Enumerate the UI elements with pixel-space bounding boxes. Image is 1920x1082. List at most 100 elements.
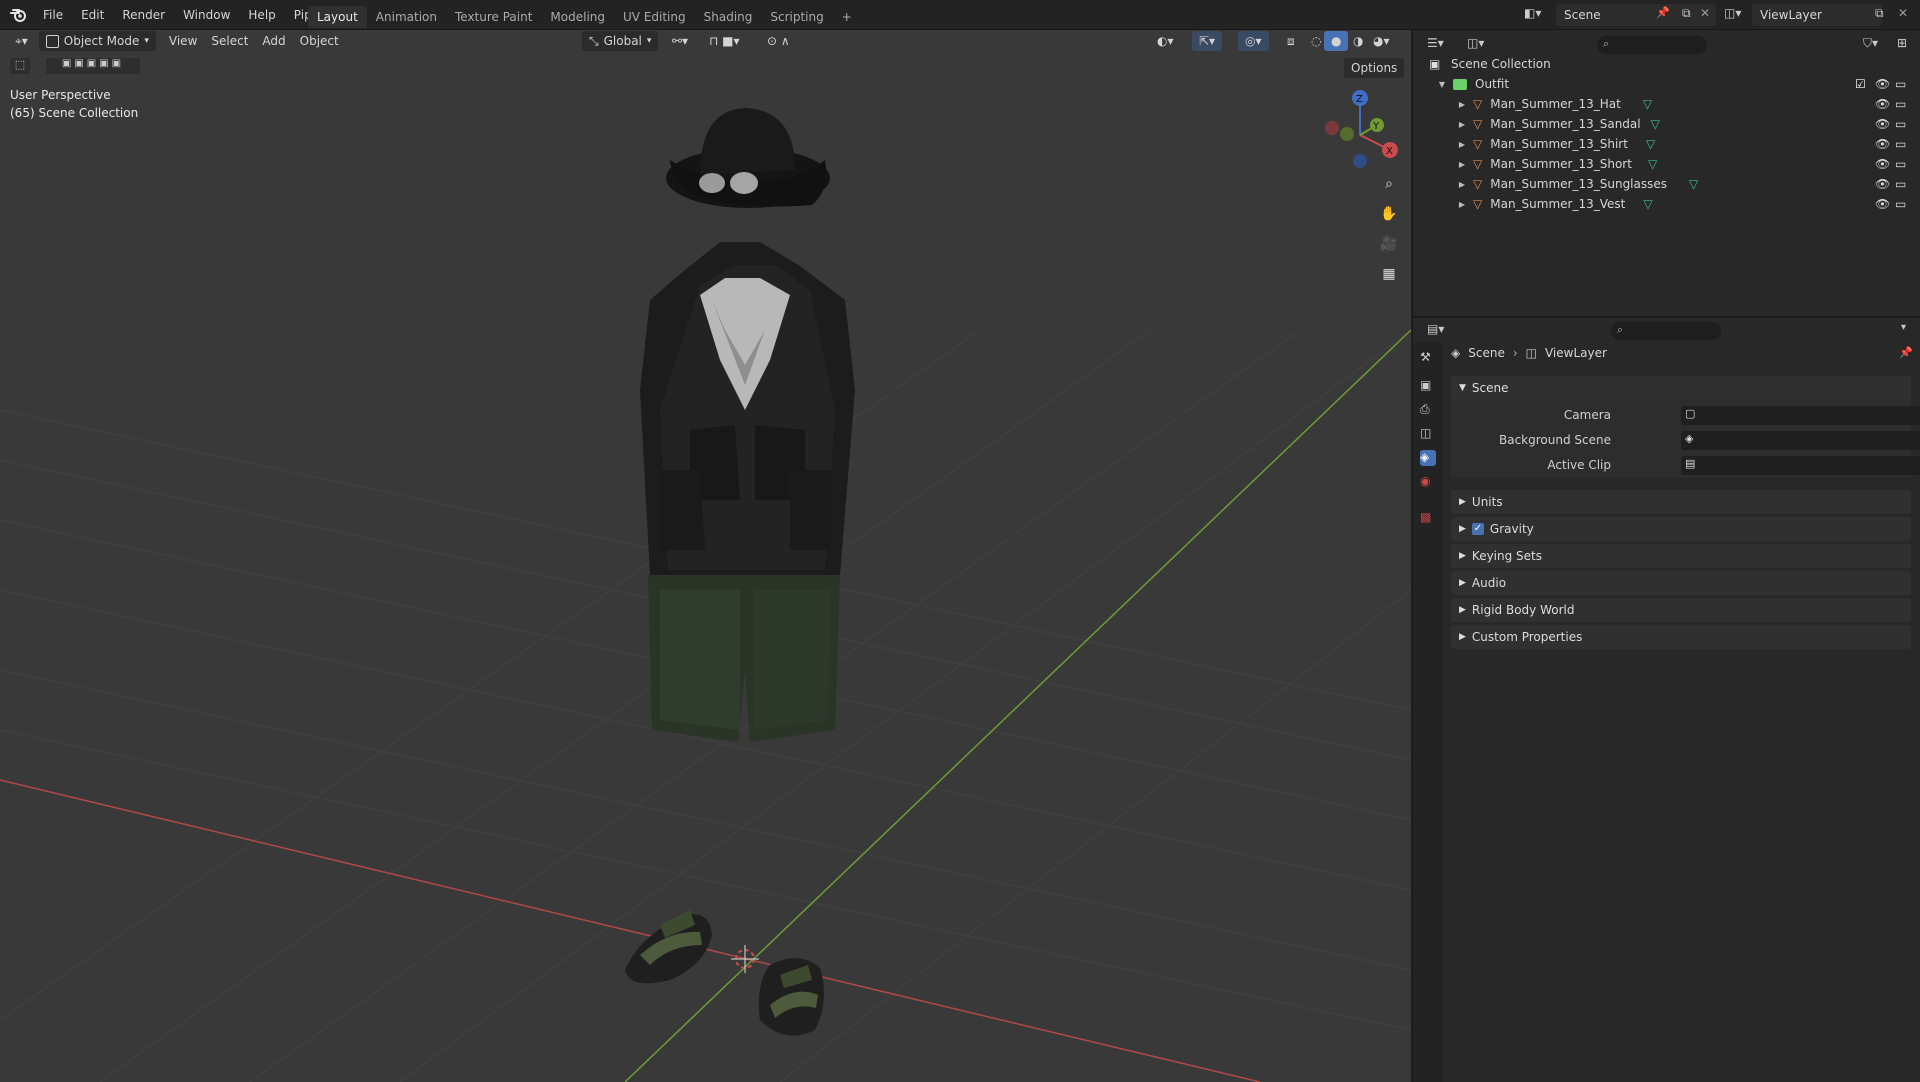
orientation-dropdown[interactable]: ⤡ Global ▾ bbox=[582, 31, 659, 51]
shorts-mesh[interactable] bbox=[648, 575, 840, 742]
visibility-eye-icon[interactable]: 👁 bbox=[1875, 197, 1890, 211]
mesh-data-icon[interactable]: ▽ bbox=[1648, 157, 1657, 171]
menu-render[interactable]: Render bbox=[113, 0, 174, 30]
tab-uv-editing[interactable]: UV Editing bbox=[614, 6, 695, 28]
properties-search-input[interactable]: ⌕ bbox=[1611, 322, 1721, 340]
pan-hand-icon[interactable]: ✋ bbox=[1377, 202, 1401, 226]
mesh-data-icon[interactable]: ▽ bbox=[1643, 97, 1652, 111]
menu-select[interactable]: Select bbox=[204, 31, 255, 51]
pin-icon[interactable]: 📌 bbox=[1656, 6, 1670, 19]
tab-scripting[interactable]: Scripting bbox=[761, 6, 832, 28]
visibility-eye-icon[interactable]: 👁 bbox=[1875, 177, 1890, 191]
menu-file[interactable]: File bbox=[34, 0, 72, 30]
visibility-icon[interactable]: ◐▾ bbox=[1150, 31, 1181, 51]
hat-mesh[interactable] bbox=[666, 108, 830, 208]
blender-logo-icon[interactable] bbox=[10, 6, 28, 24]
mesh-data-icon[interactable]: ▽ bbox=[1643, 197, 1652, 211]
visibility-eye-icon[interactable]: 👁 bbox=[1875, 117, 1890, 131]
visibility-eye-icon[interactable]: 👁 bbox=[1875, 157, 1890, 171]
menu-view[interactable]: View bbox=[162, 31, 204, 51]
active-clip-field[interactable]: ▤ bbox=[1681, 456, 1920, 475]
sandal-left-mesh[interactable] bbox=[625, 910, 712, 984]
view-layer-tab-icon[interactable]: ◫ bbox=[1420, 426, 1436, 442]
mesh-data-icon[interactable]: ▽ bbox=[1689, 177, 1698, 191]
zoom-icon[interactable]: ⌕ bbox=[1377, 172, 1401, 196]
gravity-checkbox[interactable]: ✓ bbox=[1471, 523, 1484, 535]
mesh-data-icon[interactable]: ▽ bbox=[1651, 117, 1660, 131]
expand-triangle-icon[interactable]: ▶ bbox=[1455, 140, 1469, 149]
scene-panel-header[interactable]: ▼ Scene bbox=[1451, 376, 1911, 400]
outliner-editor-icon[interactable]: ☰▾ bbox=[1427, 36, 1444, 50]
menu-object[interactable]: Object bbox=[293, 31, 346, 51]
background-scene-field[interactable]: ◈ bbox=[1681, 431, 1920, 450]
gizmo-toggle-icon[interactable]: ⇱▾ bbox=[1192, 31, 1223, 51]
render-tab-icon[interactable]: ▣ bbox=[1420, 378, 1436, 394]
menu-edit[interactable]: Edit bbox=[72, 0, 113, 30]
render-monitor-icon[interactable]: ▭ bbox=[1895, 157, 1906, 171]
menu-add[interactable]: Add bbox=[255, 31, 292, 51]
pin-icon[interactable]: 📌 bbox=[1899, 346, 1913, 359]
world-tab-icon[interactable]: ◉ bbox=[1420, 474, 1436, 490]
outliner-row-object[interactable]: ▶ ▽ Man_Summer_13_Shirt ▽ 👁 ▭ bbox=[1413, 134, 1920, 154]
new-scene-icon[interactable]: ⧉ bbox=[1682, 6, 1691, 21]
filter-icon[interactable]: ⛉▾ bbox=[1863, 36, 1878, 51]
output-tab-icon[interactable]: ⎙ bbox=[1420, 402, 1436, 418]
outliner-row-object[interactable]: ▶ ▽ Man_Summer_13_Sandal ▽ 👁 ▭ bbox=[1413, 114, 1920, 134]
tab-modeling[interactable]: Modeling bbox=[541, 6, 614, 28]
render-monitor-icon[interactable]: ▭ bbox=[1895, 137, 1906, 151]
rigid-body-world-panel-header[interactable]: ▶ Rigid Body World bbox=[1451, 598, 1911, 622]
outliner-row-object[interactable]: ▶ ▽ Man_Summer_13_Vest ▽ 👁 ▭ bbox=[1413, 194, 1920, 214]
scene-selector[interactable]: Scene bbox=[1556, 4, 1716, 26]
view-layer-selector[interactable]: ViewLayer bbox=[1752, 4, 1882, 26]
include-checkbox[interactable]: ☑ bbox=[1855, 77, 1866, 91]
expand-triangle-icon[interactable]: ▶ bbox=[1455, 120, 1469, 129]
outliner-row-object[interactable]: ▶ ▽ Man_Summer_13_Short ▽ 👁 ▭ bbox=[1413, 154, 1920, 174]
expand-triangle-icon[interactable]: ▶ bbox=[1455, 100, 1469, 109]
render-monitor-icon[interactable]: ▭ bbox=[1895, 177, 1906, 191]
options-button[interactable]: Options bbox=[1344, 58, 1405, 78]
outliner-row-outfit[interactable]: ▼ Outfit ☑ 👁 ▭ bbox=[1413, 74, 1920, 94]
camera-field[interactable]: ▢ ✎ bbox=[1681, 406, 1920, 425]
keying-sets-panel-header[interactable]: ▶ Keying Sets bbox=[1451, 544, 1911, 568]
3d-viewport[interactable]: Z Y X ⌖▾ Object Mode ▾ View Select Add O… bbox=[0, 30, 1411, 1082]
delete-view-layer-icon[interactable]: ✕ bbox=[1898, 6, 1908, 20]
tool-tab-icon[interactable]: ⚒ bbox=[1420, 350, 1436, 366]
overlay-toggle-icon[interactable]: ◎▾ bbox=[1238, 31, 1269, 51]
proportional-edit-icon[interactable]: ⊙ ∧ bbox=[760, 31, 797, 51]
display-mode-icon[interactable]: ◫▾ bbox=[1467, 36, 1484, 50]
tab-texture-paint[interactable]: Texture Paint bbox=[446, 6, 541, 28]
delete-scene-icon[interactable]: ✕ bbox=[1700, 6, 1710, 20]
outliner-row-object[interactable]: ▶ ▽ Man_Summer_13_Hat ▽ 👁 ▭ bbox=[1413, 94, 1920, 114]
tab-shading[interactable]: Shading bbox=[695, 6, 762, 28]
view-layer-browse-icon[interactable]: ◫▾ bbox=[1724, 6, 1741, 20]
menu-help[interactable]: Help bbox=[239, 0, 284, 30]
outliner-search-input[interactable]: ⌕ bbox=[1597, 36, 1707, 54]
grid-toggle-icon[interactable]: ▦ bbox=[1377, 262, 1401, 286]
xray-icon[interactable]: ⧈ bbox=[1280, 31, 1302, 51]
audio-panel-header[interactable]: ▶ Audio bbox=[1451, 571, 1911, 595]
gravity-panel-header[interactable]: ▶ ✓ Gravity bbox=[1451, 517, 1911, 541]
expand-triangle-icon[interactable]: ▶ bbox=[1455, 160, 1469, 169]
selection-mode-icons[interactable]: ▣▣▣▣▣ bbox=[46, 58, 140, 74]
expand-triangle-icon[interactable]: ▶ bbox=[1455, 200, 1469, 209]
camera-view-icon[interactable]: 🎥 bbox=[1377, 232, 1401, 256]
tab-layout[interactable]: Layout bbox=[308, 6, 367, 28]
tab-animation[interactable]: Animation bbox=[367, 6, 446, 28]
custom-properties-panel-header[interactable]: ▶ Custom Properties bbox=[1451, 625, 1911, 649]
new-collection-icon[interactable]: ⊞ bbox=[1897, 36, 1907, 50]
chevron-down-icon[interactable]: ▾ bbox=[1901, 322, 1906, 333]
mesh-data-icon[interactable]: ▽ bbox=[1646, 137, 1655, 151]
visibility-eye-icon[interactable]: 👁 bbox=[1875, 77, 1890, 91]
render-monitor-icon[interactable]: ▭ bbox=[1895, 117, 1906, 131]
3d-cursor[interactable] bbox=[731, 945, 759, 973]
expand-triangle-icon[interactable]: ▼ bbox=[1435, 80, 1449, 89]
sandal-right-mesh[interactable] bbox=[758, 958, 824, 1036]
menu-window[interactable]: Window bbox=[174, 0, 239, 30]
outliner-row-object[interactable]: ▶ ▽ Man_Summer_13_Sunglasses ▽ 👁 ▭ bbox=[1413, 174, 1920, 194]
render-monitor-icon[interactable]: ▭ bbox=[1895, 197, 1906, 211]
visibility-eye-icon[interactable]: 👁 bbox=[1875, 97, 1890, 111]
editor-type-icon[interactable]: ⌖▾ bbox=[8, 31, 35, 51]
vest-mesh[interactable] bbox=[640, 242, 855, 575]
render-monitor-icon[interactable]: ▭ bbox=[1895, 97, 1906, 111]
visibility-eye-icon[interactable]: 👁 bbox=[1875, 137, 1890, 151]
